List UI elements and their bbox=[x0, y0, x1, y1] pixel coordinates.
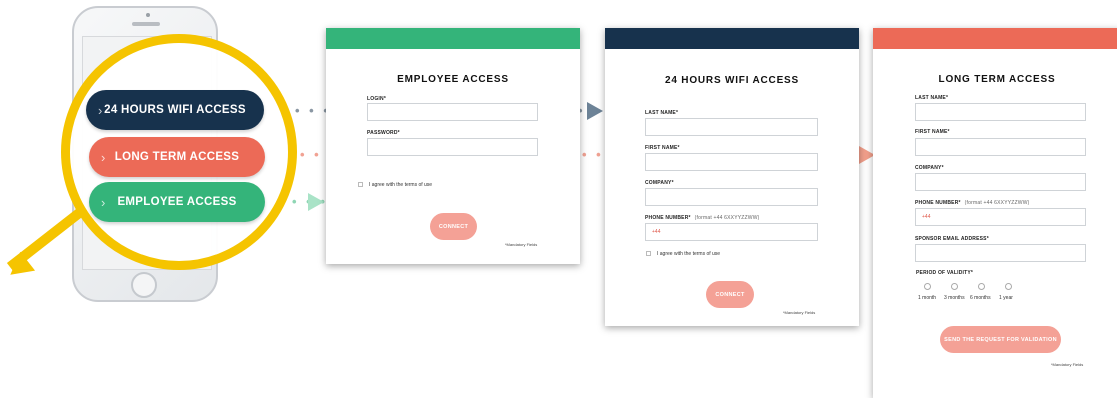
wifi-access-label: 24 HOURS WIFI ACCESS bbox=[104, 104, 246, 116]
phone-speaker bbox=[132, 22, 160, 26]
validity-radio-1-year[interactable] bbox=[1005, 283, 1012, 290]
long-term-access-button[interactable]: › LONG TERM ACCESS bbox=[89, 137, 265, 177]
mandatory-note: *Mandatory Fields bbox=[783, 310, 816, 315]
company-input[interactable] bbox=[645, 188, 818, 206]
validity-option-label: 1 month bbox=[918, 295, 937, 301]
first-name-input[interactable] bbox=[915, 138, 1086, 156]
send-request-button[interactable]: SEND THE REQUEST FOR VALIDATION bbox=[940, 326, 1061, 353]
terms-label: I agree with the terms of use bbox=[657, 251, 721, 257]
first-name-label: FIRST NAME* bbox=[645, 145, 680, 151]
phone-home-button bbox=[131, 272, 157, 298]
phone-label: PHONE NUMBER* (format +44 6XXYYZZWW) bbox=[645, 215, 760, 221]
validity-option-label: 1 year bbox=[999, 295, 1013, 301]
form-title: LONG TERM ACCESS bbox=[938, 74, 1056, 85]
chevron-right-icon: › bbox=[101, 149, 106, 165]
last-name-input[interactable] bbox=[645, 118, 818, 136]
wifi-access-button[interactable]: › 24 HOURS WIFI ACCESS bbox=[86, 90, 264, 130]
terms-checkbox[interactable] bbox=[358, 182, 363, 187]
long-term-access-form: LONG TERM ACCESS LAST NAME* FIRST NAME* … bbox=[873, 28, 1117, 398]
form-title: 24 HOURS WIFI ACCESS bbox=[665, 75, 799, 86]
sponsor-email-label: SPONSOR EMAIL ADDRESS* bbox=[915, 236, 989, 242]
chevron-right-icon: › bbox=[101, 194, 106, 210]
connect-button[interactable]: CONNECT bbox=[706, 281, 754, 308]
phone-input[interactable]: +44 bbox=[915, 208, 1086, 226]
form-title: EMPLOYEE ACCESS bbox=[397, 74, 509, 85]
employee-arrow-icon bbox=[308, 193, 324, 211]
employee-access-button[interactable]: › EMPLOYEE ACCESS bbox=[89, 182, 265, 222]
long-term-header-bar bbox=[873, 28, 1117, 49]
mandatory-note: *Mandatory Fields bbox=[1051, 362, 1084, 367]
employee-access-label: EMPLOYEE ACCESS bbox=[117, 196, 237, 208]
long-term-access-label: LONG TERM ACCESS bbox=[114, 151, 240, 163]
first-name-input[interactable] bbox=[645, 153, 818, 171]
employee-header-bar bbox=[326, 28, 580, 49]
mandatory-note: *Mandatory Fields bbox=[505, 242, 538, 247]
phone-input[interactable]: +44 bbox=[645, 223, 818, 241]
phone-label: PHONE NUMBER* (format +44 6XXYYZZWW) bbox=[915, 200, 1030, 206]
terms-label: I agree with the terms of use bbox=[369, 182, 433, 188]
phone-label-text: PHONE NUMBER* bbox=[915, 200, 961, 206]
employee-access-form: EMPLOYEE ACCESS LOGIN* PASSWORD* I agree… bbox=[326, 28, 580, 264]
login-input[interactable] bbox=[367, 103, 538, 121]
phone-format-hint: (format +44 6XXYYZZWW) bbox=[964, 200, 1030, 206]
wifi-arrow-icon bbox=[587, 102, 603, 120]
terms-checkbox[interactable] bbox=[646, 251, 651, 256]
validity-option-label: 6 months bbox=[970, 295, 991, 301]
last-name-input[interactable] bbox=[915, 103, 1086, 121]
validity-option-label: 3 months bbox=[944, 295, 965, 301]
password-label: PASSWORD* bbox=[367, 130, 400, 136]
phone-format-hint: (format +44 6XXYYZZWW) bbox=[694, 215, 760, 221]
chevron-right-icon: › bbox=[98, 102, 103, 118]
last-name-label: LAST NAME* bbox=[915, 95, 949, 101]
last-name-label: LAST NAME* bbox=[645, 110, 679, 116]
connect-button[interactable]: CONNECT bbox=[430, 213, 477, 240]
validity-radio-1-month[interactable] bbox=[924, 283, 931, 290]
wifi-access-form: 24 HOURS WIFI ACCESS LAST NAME* FIRST NA… bbox=[605, 28, 859, 326]
validity-label: PERIOD OF VALIDITY* bbox=[916, 270, 974, 276]
password-input[interactable] bbox=[367, 138, 538, 156]
company-input[interactable] bbox=[915, 173, 1086, 191]
phone-label-text: PHONE NUMBER* bbox=[645, 215, 691, 221]
sponsor-email-input[interactable] bbox=[915, 244, 1086, 262]
company-label: COMPANY* bbox=[645, 180, 674, 186]
company-label: COMPANY* bbox=[915, 165, 944, 171]
phone-camera bbox=[146, 13, 150, 17]
validity-radio-6-months[interactable] bbox=[978, 283, 985, 290]
first-name-label: FIRST NAME* bbox=[915, 129, 950, 135]
validity-radio-3-months[interactable] bbox=[951, 283, 958, 290]
login-label: LOGIN* bbox=[367, 96, 386, 102]
wifi-header-bar bbox=[605, 28, 859, 49]
